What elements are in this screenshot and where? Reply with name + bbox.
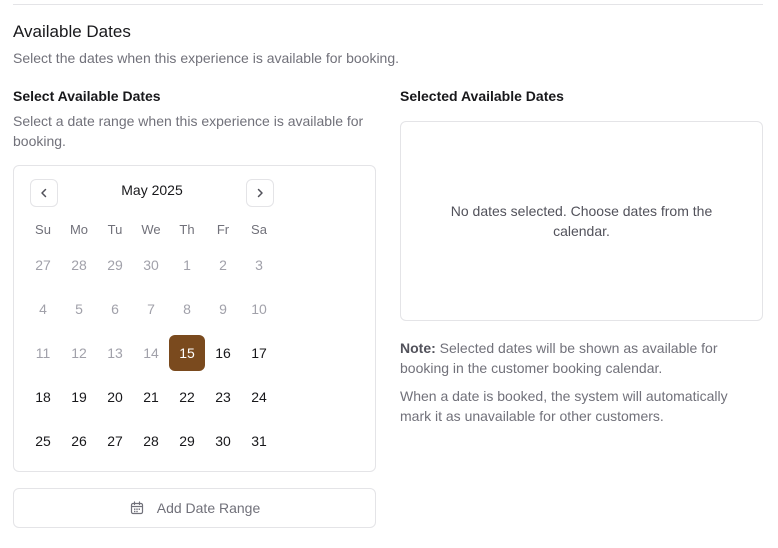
selected-dates-column: Selected Available Dates <box>400 86 763 106</box>
calendar-day: 11 <box>35 345 51 361</box>
next-month-button[interactable] <box>246 179 274 207</box>
picker-description: Select a date range when this experience… <box>13 113 364 149</box>
day-grid: 27 28 29 30 1 2 3 4 5 6 7 8 9 10 11 12 13 14 15 16 17 18 19 20 2… <box>25 243 277 463</box>
selected-dates-empty-state: No dates selected. Choose dates from the… <box>400 121 763 321</box>
calendar-day: 13 <box>107 345 123 361</box>
calendar-day[interactable]: 20 <box>97 379 133 415</box>
picker-title: Select Available Dates <box>13 88 161 104</box>
note-label: Note: <box>400 340 436 356</box>
weekday-label: Th <box>179 222 195 237</box>
calendar-day: 6 <box>111 301 119 317</box>
weekday-label: Tu <box>107 222 123 237</box>
selected-dates-title: Selected Available Dates <box>400 88 564 104</box>
calendar-day[interactable]: 29 <box>169 423 205 459</box>
calendar-day: 14 <box>143 345 159 361</box>
calendar-day: 7 <box>147 301 155 317</box>
calendar-day[interactable]: 19 <box>61 379 97 415</box>
calendar-day[interactable]: 16 <box>205 335 241 371</box>
calendar-day[interactable]: 22 <box>169 379 205 415</box>
calendar-day[interactable]: 24 <box>241 379 277 415</box>
top-divider <box>13 4 763 5</box>
calendar-day[interactable]: 27 <box>97 423 133 459</box>
calendar-day: 1 <box>183 257 191 273</box>
weekday-label: Sa <box>251 222 267 237</box>
weekday-label: Su <box>35 222 51 237</box>
calendar-day: 8 <box>183 301 191 317</box>
add-date-range-button[interactable]: Add Date Range <box>13 488 376 528</box>
calendar-day[interactable]: 21 <box>133 379 169 415</box>
calendar-day: 29 <box>107 257 123 273</box>
weekday-label: We <box>141 222 161 237</box>
weekday-label: Mo <box>69 222 89 237</box>
chevron-right-icon <box>257 188 263 198</box>
calendar-day[interactable]: 18 <box>25 379 61 415</box>
date-picker-column: Select Available Dates Select a date ran… <box>13 86 376 151</box>
calendar-day[interactable]: 17 <box>241 335 277 371</box>
calendar-day: 2 <box>219 257 227 273</box>
calendar: May 2025 Su Mo Tu We Th Fr Sa 27 28 29 30 1 2 3 4 5 6 7 8… <box>13 165 376 472</box>
calendar-day[interactable]: 25 <box>25 423 61 459</box>
note-body: Selected dates will be shown as availabl… <box>400 340 718 376</box>
empty-message: No dates selected. Choose dates from the… <box>450 203 713 239</box>
note-text: Note: Selected dates will be shown as av… <box>400 338 760 378</box>
calendar-day: 10 <box>251 301 267 317</box>
calendar-day: 3 <box>255 257 263 273</box>
section-description: Select the dates when this experience is… <box>13 50 400 66</box>
calendar-day: 9 <box>219 301 227 317</box>
weekday-header: Su Mo Tu We Th Fr Sa <box>25 220 277 240</box>
calendar-day[interactable]: 23 <box>205 379 241 415</box>
calendar-day: 12 <box>71 345 87 361</box>
calendar-day[interactable]: 26 <box>61 423 97 459</box>
calendar-day: 28 <box>71 257 87 273</box>
calendar-day: 27 <box>35 257 51 273</box>
calendar-day: 5 <box>75 301 83 317</box>
booking-note: When a date is booked, the system will a… <box>400 388 728 424</box>
add-date-range-label: Add Date Range <box>156 500 261 516</box>
calendar-day: 4 <box>39 301 47 317</box>
calendar-day: 30 <box>143 257 159 273</box>
section-title: Available Dates <box>13 22 131 41</box>
calendar-day[interactable]: 28 <box>133 423 169 459</box>
calendar-icon <box>130 501 143 515</box>
calendar-day-selected[interactable]: 15 <box>169 335 205 371</box>
calendar-day[interactable]: 30 <box>205 423 241 459</box>
calendar-day[interactable]: 31 <box>241 423 277 459</box>
weekday-label: Fr <box>216 222 230 237</box>
